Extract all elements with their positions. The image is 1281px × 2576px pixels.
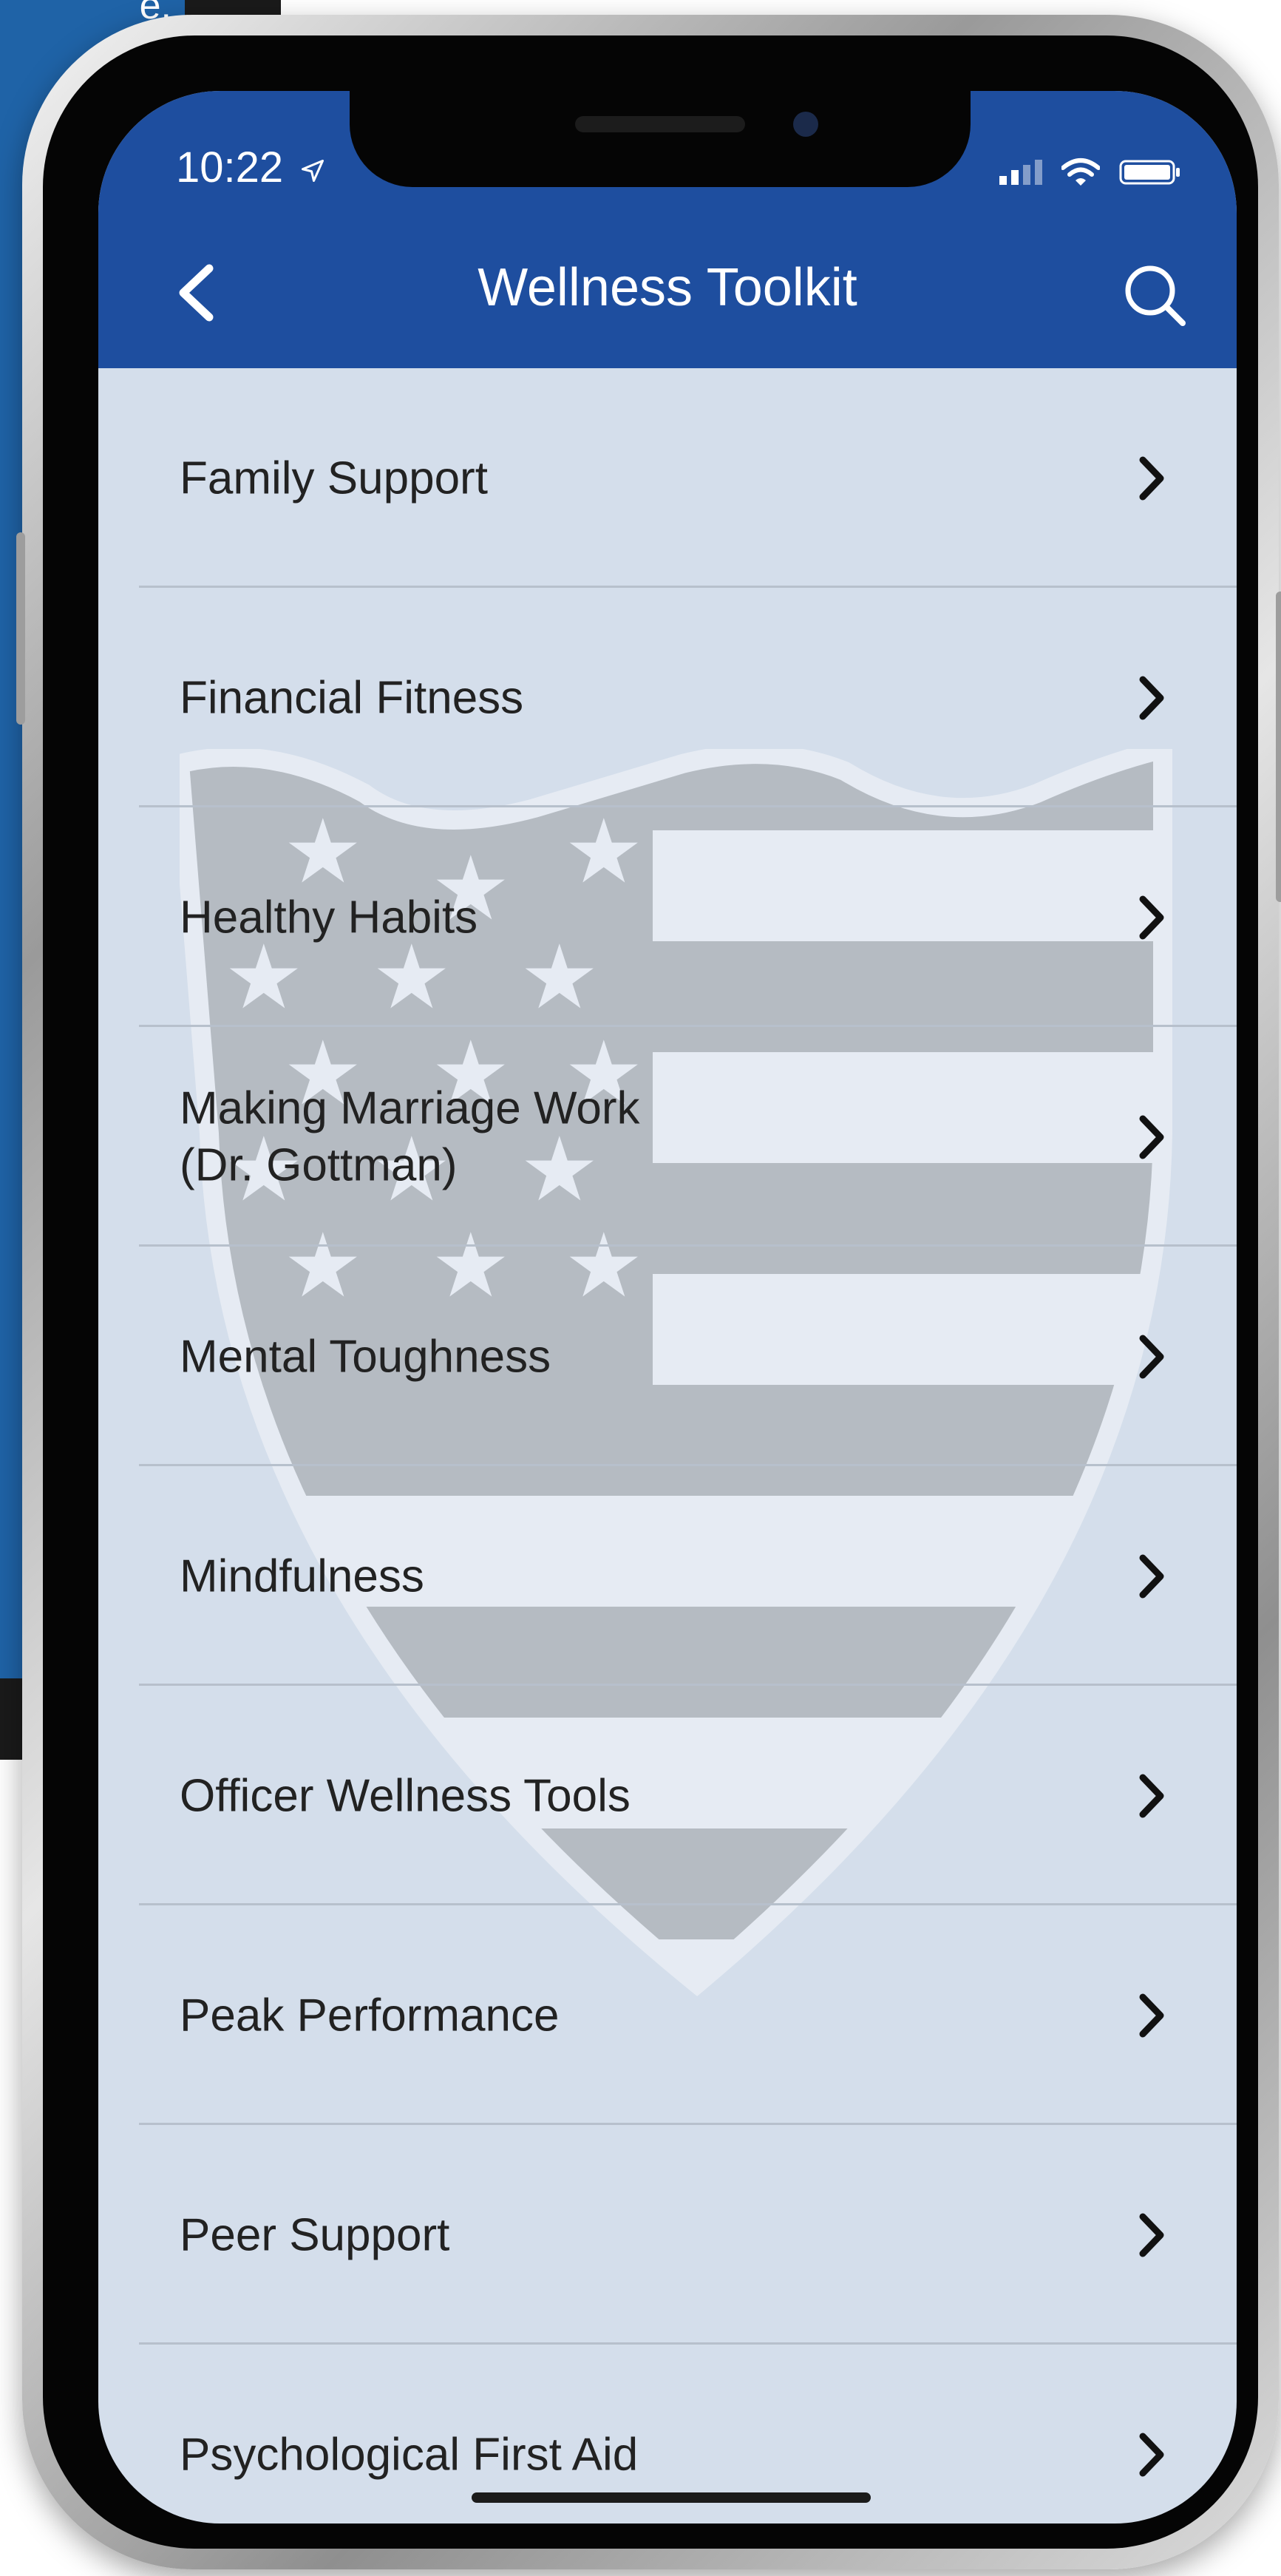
- cellular-signal-icon: [999, 160, 1042, 185]
- list-item[interactable]: Making Marriage Work (Dr. Gottman): [98, 1027, 1237, 1247]
- list-item-label: Financial Fitness: [180, 671, 524, 723]
- list-item[interactable]: Peak Performance: [98, 1905, 1237, 2125]
- chevron-left-icon: [179, 264, 214, 322]
- volume-button: [16, 532, 25, 725]
- phone-frame: 10:22 Wellness Toolkit ★ ★ ★ ★ ★ ★ ★ ★ ★…: [16, 15, 1281, 2569]
- status-icons: [999, 157, 1181, 187]
- list-item[interactable]: Peer Support: [98, 2125, 1237, 2345]
- chevron-right-icon: [1139, 1335, 1164, 1378]
- notch: [350, 91, 971, 187]
- list-item-label: Peak Performance: [180, 1989, 560, 2041]
- chevron-right-icon: [1139, 1115, 1164, 1159]
- list-item-label: Mindfulness: [180, 1550, 424, 1601]
- chevron-right-icon: [1139, 1774, 1164, 1817]
- search-button[interactable]: [1115, 255, 1196, 336]
- search-icon: [1125, 265, 1186, 326]
- chevron-right-icon: [1139, 1554, 1164, 1598]
- status-time-text: 10:22: [176, 143, 284, 191]
- list-item-label: Healthy Habits: [180, 891, 478, 943]
- list-item[interactable]: Healthy Habits: [98, 807, 1237, 1027]
- chevron-right-icon: [1139, 2213, 1164, 2257]
- list-item[interactable]: Officer Wellness Tools: [98, 1686, 1237, 1905]
- status-time: 10:22: [176, 143, 326, 192]
- page-title: Wellness Toolkit: [478, 258, 857, 317]
- list-item-label: Psychological First Aid: [180, 2428, 639, 2480]
- back-button[interactable]: [157, 252, 239, 333]
- speaker-grille: [575, 116, 745, 132]
- list-item-label: Officer Wellness Tools: [180, 1769, 631, 1821]
- chevron-right-icon: [1139, 676, 1164, 719]
- wifi-icon: [1061, 158, 1100, 186]
- battery-icon: [1119, 160, 1180, 185]
- chevron-right-icon: [1139, 2433, 1164, 2476]
- front-camera: [793, 112, 818, 137]
- list-item[interactable]: Mental Toughness: [98, 1247, 1237, 1466]
- list-item-label: Making Marriage Work (Dr. Gottman): [180, 1082, 640, 1191]
- home-indicator[interactable]: [472, 2492, 871, 2503]
- power-button: [1276, 592, 1281, 902]
- phone-screen: 10:22 Wellness Toolkit ★ ★ ★ ★ ★ ★ ★ ★ ★…: [98, 91, 1237, 2524]
- list-item-label: Family Support: [180, 452, 488, 504]
- list-item[interactable]: Financial Fitness: [98, 588, 1237, 807]
- list-item-label: Peer Support: [180, 2209, 450, 2260]
- location-arrow-icon: [302, 159, 325, 182]
- list-item[interactable]: Family Support: [98, 368, 1237, 588]
- list-item-label: Mental Toughness: [180, 1330, 551, 1382]
- chevron-right-icon: [1139, 895, 1164, 939]
- list-item[interactable]: Mindfulness: [98, 1466, 1237, 1686]
- chevron-right-icon: [1139, 1993, 1164, 2037]
- chevron-right-icon: [1139, 456, 1164, 500]
